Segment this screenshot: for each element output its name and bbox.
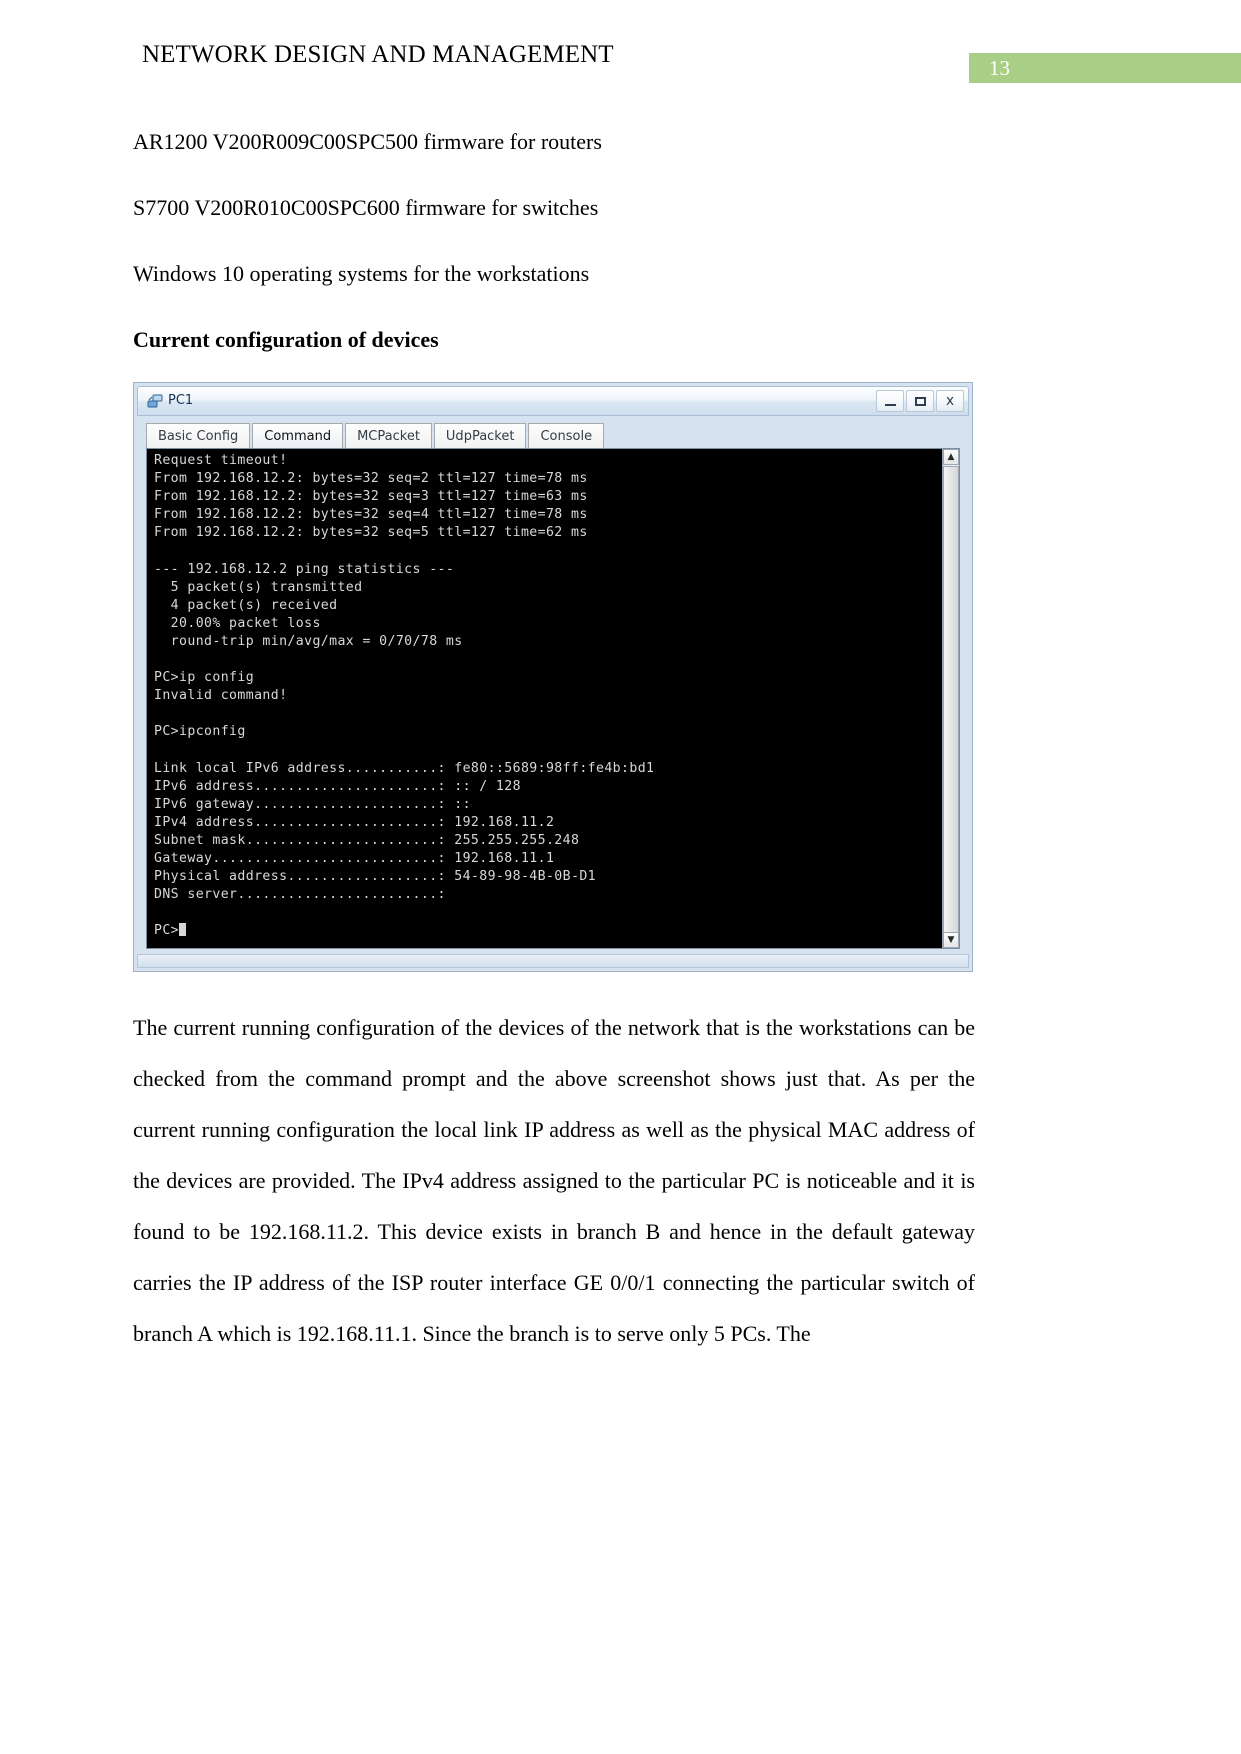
- console-scrollbar[interactable]: ▲ ▼: [942, 449, 959, 948]
- minimize-button[interactable]: [876, 390, 904, 412]
- embedded-screenshot-pc1-window: PC1 x Basic Config Command MCPacket UdpP…: [133, 382, 973, 972]
- tab-command[interactable]: Command: [252, 423, 344, 449]
- section-heading-current-configuration: Current configuration of devices: [133, 327, 439, 352]
- close-button[interactable]: x: [936, 390, 964, 412]
- document-content: AR1200 V200R009C00SPC500 firmware for ro…: [133, 128, 975, 1359]
- tab-console[interactable]: Console: [528, 423, 605, 449]
- console-text: Request timeout! From 192.168.12.2: byte…: [154, 453, 655, 939]
- window-status-strip: [137, 954, 969, 968]
- maximize-icon: [915, 397, 926, 406]
- console-output-area[interactable]: Request timeout! From 192.168.12.2: byte…: [146, 448, 960, 949]
- body-line-operating-systems: Windows 10 operating systems for the wor…: [133, 261, 590, 286]
- scroll-up-arrow-icon[interactable]: ▲: [943, 449, 959, 465]
- page-header: NETWORK DESIGN AND MANAGEMENT 13: [0, 38, 1241, 86]
- scroll-down-arrow-icon[interactable]: ▼: [943, 932, 959, 948]
- close-icon: x: [945, 393, 955, 409]
- scrollbar-thumb[interactable]: [943, 466, 959, 936]
- document-title: NETWORK DESIGN AND MANAGEMENT: [142, 41, 614, 68]
- minimize-icon: [885, 404, 896, 406]
- page-number-badge: 13: [969, 53, 1241, 83]
- page-number: 13: [989, 56, 1010, 80]
- closing-paragraph: The current running configuration of the…: [133, 1015, 975, 1346]
- console-caret: [179, 923, 187, 937]
- window-controls: x: [876, 390, 964, 412]
- body-line-firmware-routers: AR1200 V200R009C00SPC500 firmware for ro…: [133, 129, 602, 154]
- body-line-firmware-switches: S7700 V200R010C00SPC600 firmware for swi…: [133, 195, 599, 220]
- tab-basic-config[interactable]: Basic Config: [146, 423, 251, 449]
- window-title: PC1: [168, 393, 194, 408]
- pc-network-icon: [146, 392, 164, 410]
- tab-bar: Basic Config Command MCPacket UdpPacket …: [146, 423, 606, 449]
- window-titlebar: PC1 x: [137, 386, 969, 416]
- maximize-button[interactable]: [906, 390, 934, 412]
- tab-udppacket[interactable]: UdpPacket: [433, 423, 527, 449]
- tab-mcpacket[interactable]: MCPacket: [345, 423, 432, 449]
